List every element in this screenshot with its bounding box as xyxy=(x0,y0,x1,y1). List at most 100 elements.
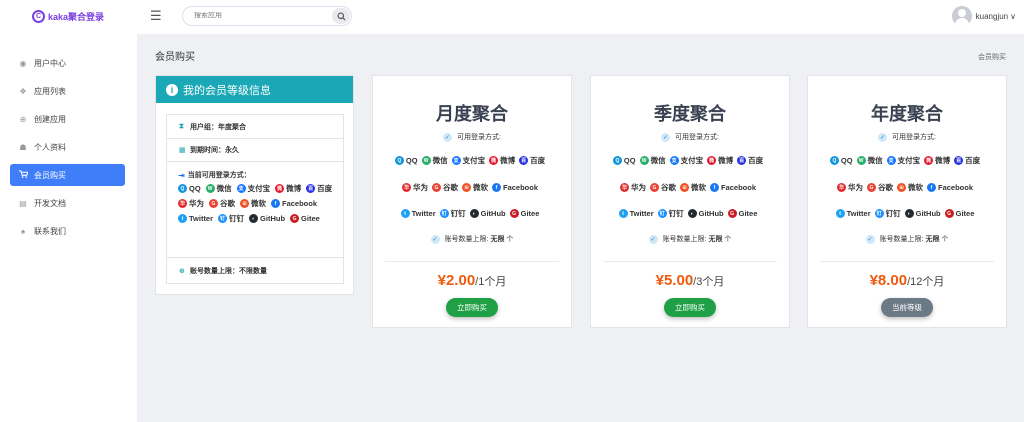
login-method-3: 微微博 xyxy=(275,183,301,194)
login-method-icon: W xyxy=(856,156,866,165)
login-method-label: Twitter xyxy=(189,214,214,223)
login-method-3: 微微博 xyxy=(707,155,733,166)
login-method-icon: t xyxy=(400,209,410,218)
sidebar-item-membership[interactable]: 会员购买 xyxy=(10,164,125,186)
login-method-icon: f xyxy=(926,183,936,192)
sidebar-item-profile[interactable]: ☗ 个人资料 xyxy=(10,136,125,158)
sidebar-item-create-app[interactable]: ⊕ 创建应用 xyxy=(10,108,125,130)
logo-icon: C xyxy=(32,9,45,23)
search-input[interactable] xyxy=(194,12,324,19)
login-method-icon: t xyxy=(618,209,628,218)
login-method-label: QQ xyxy=(189,184,201,193)
login-method-4: 百百度 xyxy=(306,183,332,194)
login-method-icon: 华 xyxy=(836,183,846,192)
plan-method-row: Q QQ W 微信支支付宝微微博百百度 xyxy=(591,155,789,166)
buy-monthly-button[interactable]: 立即购买 xyxy=(446,298,498,317)
plan-card-yearly: 年度聚合 ✓ 可用登录方式: Q QQ W 微信支支付宝微微博百百度 华华为 G 谷歌 ⊞ 微… xyxy=(807,75,1007,328)
apps-icon: ❖ xyxy=(19,86,27,96)
login-method-label: Gitee xyxy=(955,209,975,218)
login-method-12: G Gitee xyxy=(509,209,539,218)
login-method-0: Q QQ xyxy=(612,156,636,165)
plan-method-row: t Twitter 钉钉钉 ◐ GitHub G Gitee xyxy=(808,208,1006,219)
login-method-12: G Gitee xyxy=(290,213,320,224)
sidebar-item-dev-docs[interactable]: ▤ 开发文档 xyxy=(10,192,125,214)
search-button[interactable] xyxy=(332,8,350,24)
user-group-row: ⧗ 用户组：年度聚合 xyxy=(167,115,343,139)
check-icon: ✓ xyxy=(661,132,671,142)
login-method-icon: 微 xyxy=(275,184,285,193)
login-method-icon: ◐ xyxy=(469,209,479,218)
sidebar-item-label: 应用列表 xyxy=(34,86,66,96)
price-period: /3个月 xyxy=(693,276,725,288)
login-method-label: 微软 xyxy=(251,199,266,208)
top-bar: C kaka聚合登录 ☰ kuangjun ∨ xyxy=(0,0,1024,34)
plan-price: ¥8.00/12个月 xyxy=(808,272,1006,289)
login-methods-heading: ⇥ 当前可用登录方式： xyxy=(178,170,343,180)
login-method-8: f Facebook xyxy=(491,183,538,192)
login-method-10: 钉钉钉 xyxy=(657,208,684,219)
login-method-label: 钉钉 xyxy=(885,209,901,218)
login-method-icon: Q xyxy=(829,156,839,165)
login-method-label: Facebook xyxy=(282,199,318,208)
login-method-label: 华为 xyxy=(630,183,646,192)
login-method-label: GitHub xyxy=(915,209,941,218)
login-method-4: 百百度 xyxy=(954,155,980,166)
price-currency: ¥ xyxy=(655,272,664,289)
login-method-label: 百度 xyxy=(748,156,764,165)
app-logo[interactable]: C kaka聚合登录 xyxy=(32,8,104,24)
user-circle-icon: ◉ xyxy=(19,58,27,68)
login-method-icon: W xyxy=(639,156,649,165)
login-method-label: 微软 xyxy=(690,183,706,192)
plan-login-label-row: ✓ 可用登录方式: xyxy=(808,132,1006,142)
login-methods-box: ⇥ 当前可用登录方式： Q QQ W 微信支支付宝微微博百百度华华为 G 谷歌 ⊞ 微软 f Fa… xyxy=(167,162,343,258)
login-method-icon: 百 xyxy=(737,156,747,165)
plan-limit-row: ✓ 账号数量上限: 无限 个 xyxy=(808,234,1006,244)
login-methods-list: Q QQ W 微信支支付宝微微博百百度华华为 G 谷歌 ⊞ 微软 f Facebook t Twitt… xyxy=(178,183,343,224)
user-group-text: 用户组：年度聚合 xyxy=(190,123,246,131)
login-method-7: ⊞ 微软 xyxy=(896,182,923,193)
plan-login-label-row: ✓ 可用登录方式: xyxy=(591,132,789,142)
divider xyxy=(603,261,777,262)
login-method-2: 支支付宝 xyxy=(451,155,485,166)
plan-limit-prefix: 账号数量上限: xyxy=(879,236,924,243)
login-method-8: f Facebook xyxy=(271,198,317,209)
sidebar-item-label: 开发文档 xyxy=(34,198,66,208)
login-method-icon: 微 xyxy=(489,156,499,165)
member-info-header: i 我的会员等级信息 xyxy=(156,76,353,103)
sidebar-item-user-center[interactable]: ◉ 用户中心 xyxy=(10,52,125,74)
login-method-11: ◐ GitHub xyxy=(687,209,724,218)
login-method-label: 谷歌 xyxy=(220,199,235,208)
login-method-label: 微信 xyxy=(432,156,448,165)
login-method-label: 支付宝 xyxy=(897,156,921,165)
login-method-label: 谷歌 xyxy=(442,183,458,192)
login-method-8: f Facebook xyxy=(709,183,756,192)
sidebar-item-app-list[interactable]: ❖ 应用列表 xyxy=(10,80,125,102)
plan-price: ¥5.00/3个月 xyxy=(591,272,789,289)
login-method-9: t Twitter xyxy=(618,209,654,218)
login-method-11: ◐ GitHub xyxy=(249,213,285,224)
hamburger-icon[interactable]: ☰ xyxy=(150,8,162,24)
expire-row: ▦ 到期时间：永久 xyxy=(167,139,343,162)
check-icon: ✓ xyxy=(443,132,453,142)
sidebar-item-contact[interactable]: ♠ 联系我们 xyxy=(10,220,125,242)
login-method-6: G 谷歌 xyxy=(209,198,235,209)
avatar xyxy=(951,6,972,26)
login-method-10: 钉钉钉 xyxy=(874,208,901,219)
user-menu[interactable]: kuangjun ∨ xyxy=(951,5,1016,27)
price-amount: 2.00 xyxy=(445,272,476,289)
login-method-icon: W xyxy=(421,156,431,165)
breadcrumb[interactable]: 会员购买 xyxy=(978,52,1006,62)
login-method-icon: W xyxy=(205,184,215,193)
member-info-title: 我的会员等级信息 xyxy=(183,84,271,97)
login-method-label: 微博 xyxy=(286,184,302,193)
buy-quarterly-button[interactable]: 立即购买 xyxy=(664,298,716,317)
plan-name: 季度聚合 xyxy=(654,104,726,124)
current-level-button[interactable]: 当前等级 xyxy=(881,298,933,317)
sidebar-item-label: 用户中心 xyxy=(34,58,66,68)
check-icon: ✓ xyxy=(865,234,875,244)
login-method-label: 微信 xyxy=(867,156,883,165)
price-amount: 8.00 xyxy=(877,272,908,289)
divider xyxy=(820,261,994,262)
login-method-icon: f xyxy=(491,183,501,192)
login-method-icon: G xyxy=(727,209,737,218)
